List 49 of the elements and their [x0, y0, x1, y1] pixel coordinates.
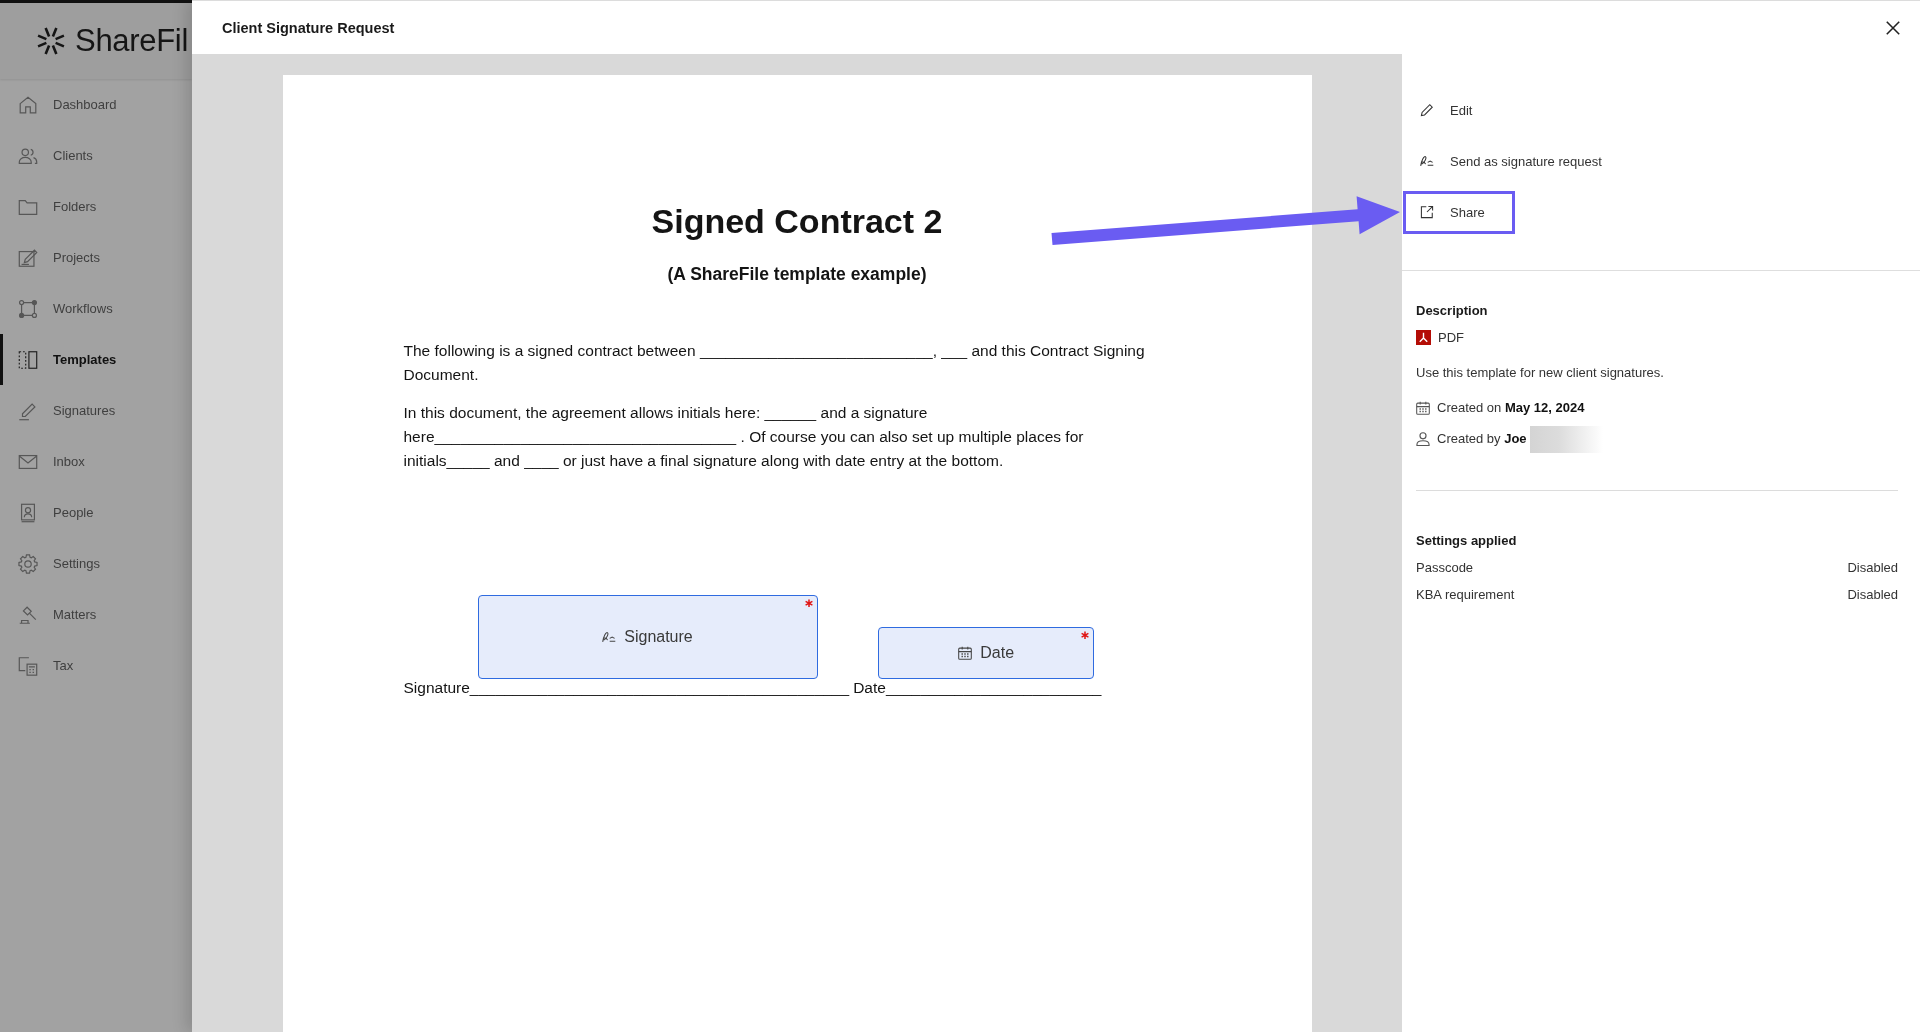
action-item[interactable]: Share — [1403, 190, 1515, 234]
calendar-icon — [1416, 400, 1430, 415]
created-date-text: Created on May 12, 2024 — [1437, 398, 1585, 417]
document-paragraph: The following is a signed contract between ___________________________, ___ and this Contract Signing Document. — [403, 341, 1146, 385]
section-heading: Description — [1416, 301, 1488, 320]
calculator-icon — [17, 654, 39, 677]
setting-label: Passcode — [1416, 558, 1474, 577]
nav-item[interactable]: Dashboard — [0, 79, 192, 130]
calendar-icon — [958, 646, 973, 660]
pencil-icon — [1420, 103, 1434, 117]
action-item[interactable]: Edit — [1403, 88, 1503, 132]
signature-icon — [1420, 154, 1434, 168]
logo-text: ShareFil — [75, 23, 189, 59]
document-title: Signed Contract 2 — [651, 202, 943, 240]
person-icon — [1416, 432, 1430, 446]
split-panel-icon — [17, 348, 39, 371]
setting-value: Disabled — [1847, 558, 1898, 577]
nav-item[interactable]: Projects — [0, 232, 192, 283]
nav-item[interactable]: Folders — [0, 181, 192, 232]
nodes-icon — [17, 297, 39, 320]
setting-value: Disabled — [1847, 585, 1898, 604]
nav-item[interactable]: Settings — [0, 538, 192, 589]
signature-field[interactable]: Signature — [477, 595, 818, 679]
date-line-text: Date_________________________ — [853, 679, 1102, 697]
close-icon — [1886, 20, 1900, 35]
nav-item[interactable]: Matters — [0, 589, 192, 640]
pdf-file-icon — [1416, 330, 1431, 345]
share-icon — [1420, 205, 1434, 219]
section-heading: Settings applied — [1416, 531, 1517, 550]
description-text: Use this template for new client signatures. — [1416, 363, 1664, 382]
document-subtitle: (A ShareFile template example) — [667, 264, 927, 284]
nav-item[interactable]: Signatures — [0, 385, 192, 436]
document-paragraph: In this document, the agreement allows initials here: ______ and a signature here___________________________________ . Of course you can also set up multiple places for initials_____ and ____ or just have a final signature along with date entry at the bottom. — [403, 403, 1085, 471]
nav-item[interactable]: People — [0, 487, 192, 538]
nav-item[interactable]: Inbox — [0, 436, 192, 487]
date-field[interactable]: Date — [878, 627, 1095, 679]
signature-line-text: Signature____________________________________________ — [403, 679, 850, 697]
file-type-text: PDF — [1438, 328, 1464, 347]
nav-item[interactable]: Tax — [0, 640, 192, 691]
nav-item[interactable]: Workflows — [0, 283, 192, 334]
dialog-title: Client Signature Request — [222, 19, 395, 36]
signature-icon — [602, 630, 617, 644]
logo-icon — [37, 27, 65, 55]
nav-item[interactable]: Clients — [0, 130, 192, 181]
settings-icon — [17, 552, 39, 575]
setting-label: KBA requirement — [1416, 585, 1515, 604]
created-by-text: Created by Joe — [1437, 430, 1527, 448]
action-item[interactable]: Send as signature request — [1403, 139, 1632, 183]
pencil-board-icon — [17, 246, 39, 269]
